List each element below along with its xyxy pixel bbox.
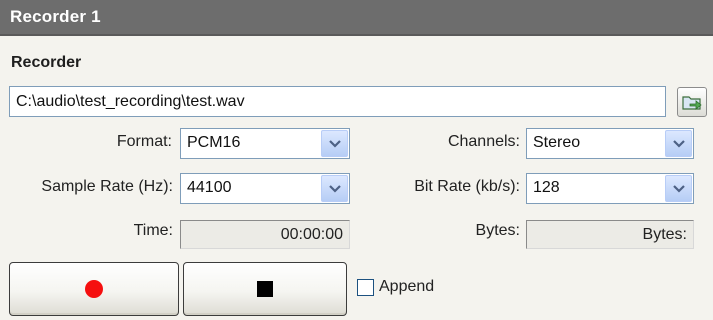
- sample-rate-select[interactable]: 44100: [180, 173, 350, 204]
- recorder-panel: Recorder 1 Recorder C:\audio\test_record…: [0, 0, 713, 320]
- chevron-down-icon[interactable]: [665, 175, 692, 202]
- channels-label: Channels:: [447, 133, 520, 150]
- bit-rate-select[interactable]: 128: [526, 173, 694, 204]
- record-icon: [85, 280, 103, 298]
- chevron-down-icon[interactable]: [665, 130, 692, 157]
- channels-value: Stereo: [533, 134, 581, 151]
- append-option[interactable]: Append: [357, 278, 434, 296]
- chevron-down-icon[interactable]: [321, 130, 348, 157]
- format-value: PCM16: [187, 134, 241, 151]
- group-label: Recorder: [11, 54, 82, 71]
- stop-icon: [257, 281, 273, 297]
- browse-button[interactable]: [677, 87, 707, 117]
- append-checkbox[interactable]: [357, 278, 374, 296]
- chevron-down-icon[interactable]: [321, 175, 348, 202]
- channels-select[interactable]: Stereo: [526, 128, 694, 159]
- bit-rate-value: 128: [533, 179, 560, 196]
- title-bar: Recorder 1: [0, 0, 713, 36]
- time-readout: 00:00:00: [180, 220, 350, 249]
- sample-rate-value: 44100: [187, 179, 232, 196]
- format-select[interactable]: PCM16: [180, 128, 350, 159]
- file-path-input[interactable]: C:\audio\test_recording\test.wav: [9, 86, 666, 117]
- folder-browse-icon: [682, 96, 702, 110]
- bytes-label: Bytes:: [475, 222, 520, 239]
- append-label: Append: [379, 278, 435, 295]
- time-label: Time:: [133, 222, 173, 239]
- bytes-value: Bytes:: [642, 226, 687, 243]
- sample-rate-label: Sample Rate (Hz):: [41, 178, 173, 195]
- bytes-readout: Bytes:: [526, 220, 694, 249]
- bit-rate-label: Bit Rate (kb/s):: [414, 178, 520, 195]
- record-button[interactable]: [9, 262, 179, 316]
- window-title: Recorder 1: [10, 7, 101, 26]
- stop-button[interactable]: [183, 262, 347, 316]
- time-value: 00:00:00: [280, 226, 343, 243]
- format-label: Format:: [116, 133, 172, 150]
